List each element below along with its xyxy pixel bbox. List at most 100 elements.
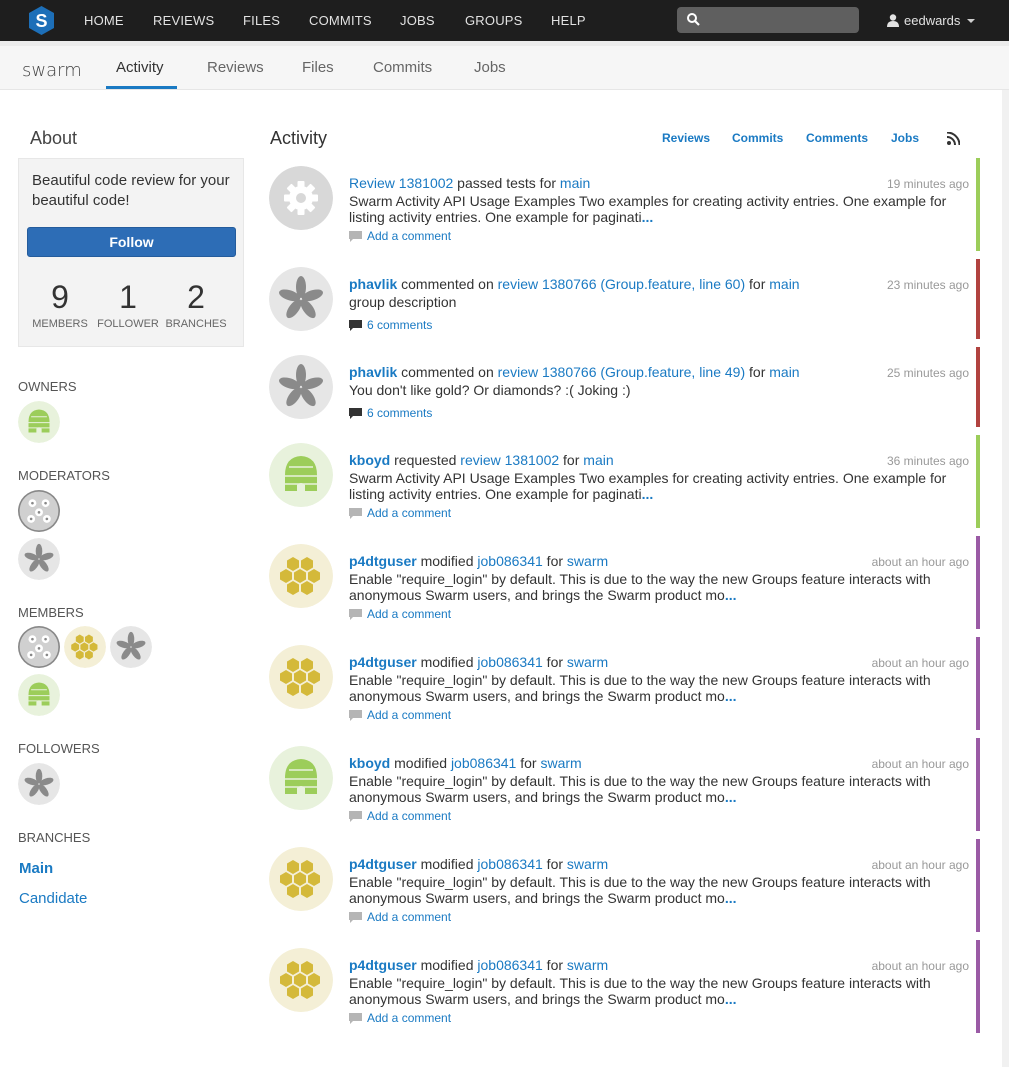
expand-link[interactable]: ... — [725, 688, 737, 704]
entry-headline: p4dtguser modified job086341 for swarm — [349, 957, 608, 973]
add-comment-link[interactable]: Add a comment — [367, 229, 451, 243]
project-link[interactable]: main — [560, 175, 590, 191]
user-avatar[interactable] — [269, 847, 333, 911]
comment-icon — [349, 608, 362, 620]
for-text: for — [745, 276, 770, 292]
stat-number: 1 — [119, 279, 137, 315]
stat-members: 9 MEMBERS — [25, 277, 95, 330]
target-link[interactable]: job086341 — [477, 654, 542, 670]
target-link[interactable]: Review 1381002 — [349, 175, 453, 191]
top-navbar: S HOME REVIEWS FILES COMMITS JOBS GROUPS… — [0, 0, 1009, 41]
timestamp: about an hour ago — [871, 656, 969, 670]
project-link[interactable]: swarm — [567, 654, 608, 670]
user-link[interactable]: p4dtguser — [349, 654, 417, 670]
search-box[interactable] — [677, 7, 859, 33]
branch-candidate-link[interactable]: Candidate — [19, 890, 87, 907]
member-avatar[interactable] — [18, 674, 60, 716]
owner-avatar[interactable] — [18, 401, 60, 443]
tab-activity[interactable]: Activity — [116, 59, 164, 76]
project-subnav: swarm Activity Reviews Files Commits Job… — [0, 41, 1009, 90]
user-avatar[interactable] — [269, 544, 333, 608]
project-name[interactable]: swarm — [22, 60, 82, 81]
comments-count-link[interactable]: 6 comments — [367, 406, 432, 420]
filter-jobs[interactable]: Jobs — [891, 131, 919, 145]
target-link[interactable]: review 1380766 (Group.feature, line 60) — [498, 276, 745, 292]
add-comment-link[interactable]: Add a comment — [367, 506, 451, 520]
branch-main-link[interactable]: Main — [19, 860, 53, 877]
target-link[interactable]: job086341 — [451, 755, 516, 771]
search-input[interactable] — [707, 11, 852, 29]
activity-entry: p4dtguser modified job086341 for swarm ab… — [269, 839, 980, 940]
user-link[interactable]: phavlik — [349, 364, 397, 380]
project-link[interactable]: swarm — [567, 553, 608, 569]
filter-comments[interactable]: Comments — [806, 131, 868, 145]
moderator-avatar[interactable] — [18, 538, 60, 580]
swarm-logo-icon[interactable]: S — [29, 6, 54, 35]
user-link[interactable]: p4dtguser — [349, 856, 417, 872]
add-comment-link[interactable]: Add a comment — [367, 1011, 451, 1025]
status-bar — [976, 435, 980, 528]
filter-commits[interactable]: Commits — [732, 131, 783, 145]
add-comment-link[interactable]: Add a comment — [367, 809, 451, 823]
expand-link[interactable]: ... — [642, 486, 654, 502]
nav-home[interactable]: HOME — [84, 13, 124, 28]
target-link[interactable]: job086341 — [477, 553, 542, 569]
filter-reviews[interactable]: Reviews — [662, 131, 710, 145]
nav-reviews[interactable]: REVIEWS — [153, 13, 214, 28]
user-link[interactable]: p4dtguser — [349, 957, 417, 973]
user-avatar[interactable] — [269, 443, 333, 507]
project-link[interactable]: swarm — [567, 856, 608, 872]
tab-commits[interactable]: Commits — [373, 59, 432, 76]
add-comment-link[interactable]: Add a comment — [367, 708, 451, 722]
add-comment-link[interactable]: Add a comment — [367, 607, 451, 621]
nav-groups[interactable]: GROUPS — [465, 13, 523, 28]
expand-link[interactable]: ... — [642, 209, 654, 225]
user-avatar[interactable] — [269, 267, 333, 331]
moderator-avatar[interactable] — [18, 490, 60, 532]
target-link[interactable]: job086341 — [477, 856, 542, 872]
target-link[interactable]: review 1381002 — [460, 452, 559, 468]
user-avatar[interactable] — [269, 746, 333, 810]
user-avatar[interactable] — [269, 166, 333, 230]
project-link[interactable]: swarm — [567, 957, 608, 973]
follow-button[interactable]: Follow — [27, 227, 236, 257]
comment-icon — [349, 911, 362, 923]
project-link[interactable]: main — [769, 276, 799, 292]
rss-icon[interactable] — [947, 132, 960, 145]
project-link[interactable]: main — [769, 364, 799, 380]
user-link[interactable]: phavlik — [349, 276, 397, 292]
nav-help[interactable]: HELP — [551, 13, 586, 28]
project-link[interactable]: swarm — [540, 755, 581, 771]
comment-icon — [349, 1012, 362, 1024]
target-link[interactable]: review 1380766 (Group.feature, line 49) — [498, 364, 745, 380]
expand-link[interactable]: ... — [725, 587, 737, 603]
nav-files[interactable]: FILES — [243, 13, 280, 28]
project-link[interactable]: main — [583, 452, 613, 468]
stat-followers: 1 FOLLOWER — [93, 277, 163, 330]
user-avatar[interactable] — [269, 645, 333, 709]
tab-files[interactable]: Files — [302, 59, 334, 76]
user-avatar[interactable] — [269, 355, 333, 419]
tab-reviews[interactable]: Reviews — [207, 59, 264, 76]
follower-avatar[interactable] — [18, 763, 60, 805]
expand-link[interactable]: ... — [725, 890, 737, 906]
tab-jobs[interactable]: Jobs — [474, 59, 506, 76]
expand-link[interactable]: ... — [725, 991, 737, 1007]
activity-entry: phavlik commented on review 1380766 (Gro… — [269, 347, 980, 435]
action-text: commented on — [397, 276, 498, 292]
user-menu[interactable]: eedwards — [887, 13, 976, 28]
activity-heading: Activity — [270, 128, 328, 148]
member-avatar[interactable] — [18, 626, 60, 668]
member-avatar[interactable] — [110, 626, 152, 668]
user-link[interactable]: kboyd — [349, 755, 390, 771]
nav-commits[interactable]: COMMITS — [309, 13, 372, 28]
comments-count-link[interactable]: 6 comments — [367, 318, 432, 332]
user-link[interactable]: p4dtguser — [349, 553, 417, 569]
user-link[interactable]: kboyd — [349, 452, 390, 468]
nav-jobs[interactable]: JOBS — [400, 13, 435, 28]
target-link[interactable]: job086341 — [477, 957, 542, 973]
add-comment-link[interactable]: Add a comment — [367, 910, 451, 924]
user-avatar[interactable] — [269, 948, 333, 1012]
expand-link[interactable]: ... — [725, 789, 737, 805]
member-avatar[interactable] — [64, 626, 106, 668]
